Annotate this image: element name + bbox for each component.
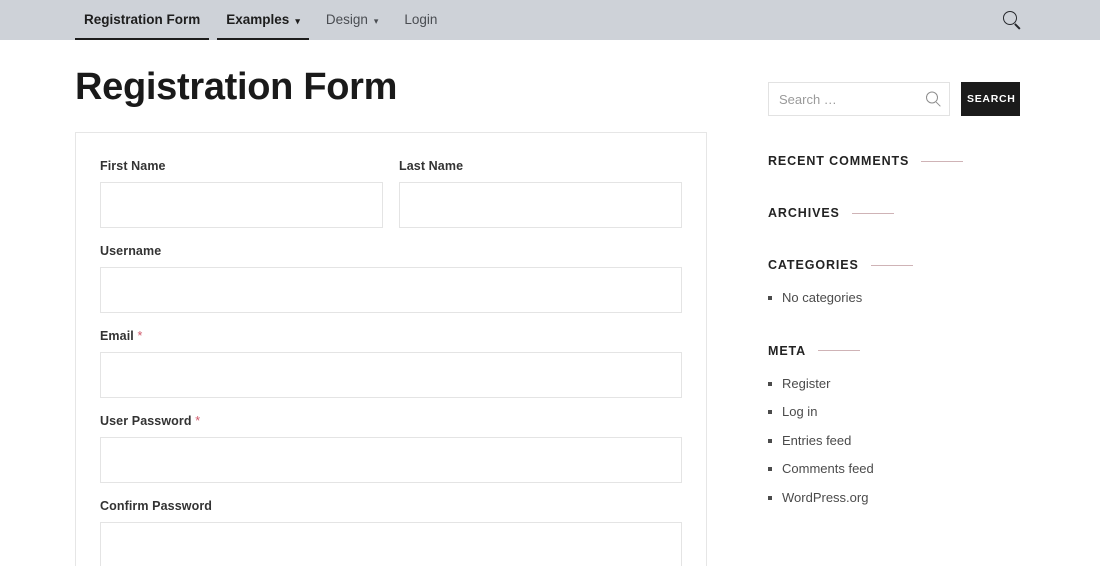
sidebar-search: SEARCH xyxy=(768,82,1020,116)
field-username: Username xyxy=(100,244,682,313)
page-body: Registration Form First Name Last Name U… xyxy=(0,40,1100,566)
user-password-input[interactable] xyxy=(100,436,682,483)
field-label-text: User Password xyxy=(100,413,192,428)
nav-search-toggle[interactable] xyxy=(1002,10,1022,30)
list-item-label: No categories xyxy=(782,290,863,305)
registration-form-card: First Name Last Name Username Email * Us… xyxy=(75,131,707,566)
title-rule xyxy=(921,160,964,162)
list-item: Entries feed xyxy=(768,433,1020,449)
widget-title: Recent Comments xyxy=(768,154,1020,168)
field-label-text: Confirm Password xyxy=(100,498,213,513)
nav-items: Registration Form Examples ▾ Design ▾ Lo… xyxy=(75,0,454,40)
widget-recent-comments: Recent Comments xyxy=(768,154,1020,168)
field-label: Username xyxy=(100,244,682,258)
meta-list: Register Log in Entries feed Comments fe… xyxy=(768,376,1020,506)
last-name-input[interactable] xyxy=(399,181,682,228)
widget-title: Categories xyxy=(768,258,1020,272)
confirm-password-input[interactable] xyxy=(100,521,682,566)
search-icon xyxy=(1002,10,1022,30)
field-label-text: First Name xyxy=(100,158,166,173)
categories-list: No categories xyxy=(768,290,1020,306)
top-navigation-bar: Registration Form Examples ▾ Design ▾ Lo… xyxy=(0,0,1100,40)
widget-title-text: Archives xyxy=(768,206,840,220)
first-name-input[interactable] xyxy=(100,181,383,228)
field-label: Email * xyxy=(100,329,682,343)
widget-title: Meta xyxy=(768,344,1020,358)
widget-categories: Categories No categories xyxy=(768,258,1020,306)
meta-link-wordpress-org[interactable]: WordPress.org xyxy=(782,490,868,505)
page-title: Registration Form xyxy=(75,66,398,108)
meta-link-register[interactable]: Register xyxy=(782,376,830,391)
meta-link-entries-feed[interactable]: Entries feed xyxy=(782,433,851,448)
name-row: First Name Last Name xyxy=(100,159,682,244)
title-rule xyxy=(851,212,894,214)
username-input[interactable] xyxy=(100,266,682,313)
field-label-text: Email xyxy=(100,328,134,343)
field-label-text: Username xyxy=(100,243,162,258)
list-item: WordPress.org xyxy=(768,490,1020,506)
meta-link-comments-feed[interactable]: Comments feed xyxy=(782,461,874,476)
widget-title: Archives xyxy=(768,206,1020,220)
field-label: Last Name xyxy=(399,159,682,173)
widget-archives: Archives xyxy=(768,206,1020,220)
field-confirm-password: Confirm Password xyxy=(100,499,682,566)
search-input[interactable] xyxy=(768,82,950,116)
title-rule xyxy=(870,264,913,266)
list-item: Log in xyxy=(768,404,1020,420)
field-email: Email * xyxy=(100,329,682,398)
nav-item-label: Registration Form xyxy=(84,12,201,28)
nav-item-label: Examples xyxy=(226,12,290,28)
field-label-text: Last Name xyxy=(399,158,464,173)
list-item: Register xyxy=(768,376,1020,392)
field-user-password: User Password * xyxy=(100,414,682,483)
nav-item-label: Login xyxy=(404,12,438,28)
sidebar: SEARCH Recent Comments Archives Categori… xyxy=(768,40,1020,519)
email-input[interactable] xyxy=(100,351,682,398)
required-marker: * xyxy=(195,413,201,428)
main-content: Registration Form First Name Last Name U… xyxy=(75,40,707,566)
list-item: Comments feed xyxy=(768,461,1020,477)
nav-item-design[interactable]: Design ▾ xyxy=(317,0,388,40)
nav-item-label: Design xyxy=(325,12,368,28)
search-button[interactable]: SEARCH xyxy=(961,82,1020,116)
nav-item-registration-form[interactable]: Registration Form xyxy=(75,0,210,40)
nav-item-examples[interactable]: Examples ▾ xyxy=(217,0,309,40)
nav-item-login[interactable]: Login xyxy=(395,0,446,40)
title-rule xyxy=(818,350,861,352)
field-label: User Password * xyxy=(100,414,682,428)
widget-title-text: Categories xyxy=(768,258,859,272)
widget-title-text: Meta xyxy=(768,343,807,358)
field-label: Confirm Password xyxy=(100,499,682,513)
field-first-name: First Name xyxy=(100,159,383,228)
field-label: First Name xyxy=(100,159,383,173)
widget-meta: Meta Register Log in Entries feed Commen… xyxy=(768,344,1020,506)
meta-link-log-in[interactable]: Log in xyxy=(782,404,817,419)
widget-title-text: Recent Comments xyxy=(768,154,910,168)
list-item: No categories xyxy=(768,290,1020,306)
search-input-wrapper xyxy=(768,82,950,116)
required-marker: * xyxy=(137,328,143,343)
field-last-name: Last Name xyxy=(399,159,682,228)
chevron-down-icon: ▾ xyxy=(295,15,300,26)
chevron-down-icon: ▾ xyxy=(373,15,379,26)
